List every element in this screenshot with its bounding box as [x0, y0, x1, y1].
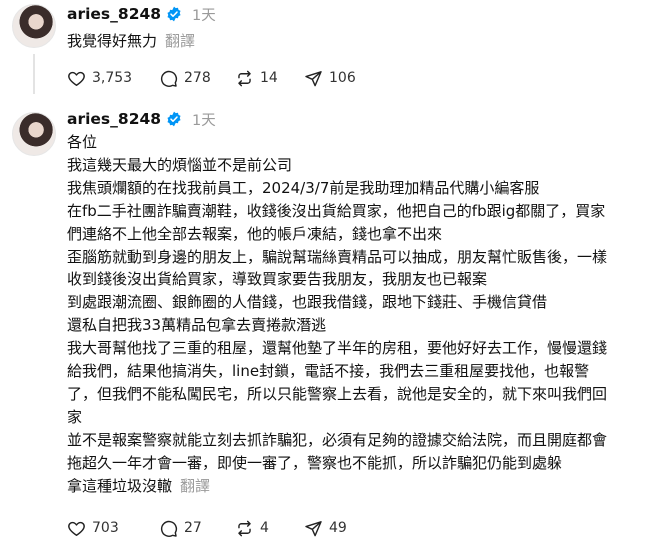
post-text-line: 了，但我們不能私闖民宅，所以只能警察上去看，說他是安全的，就下來叫我們回	[67, 384, 608, 403]
heart-icon	[68, 521, 85, 536]
like-button[interactable]: 3,753	[67, 69, 159, 88]
share-button[interactable]: 49	[304, 519, 347, 538]
repost-arrows-icon	[238, 70, 251, 86]
post-text-line: 拿這種垃圾沒轍	[67, 476, 173, 495]
repost-arrows-icon	[238, 520, 251, 536]
post-text-line: 各位	[67, 133, 98, 151]
post-text-line: 給我們，結果他搞消失，line封鎖，電話不接，我們去三重租屋要找他，也報警	[67, 362, 590, 381]
reply-count: 278	[184, 70, 211, 86]
reply-button[interactable]: 27	[159, 519, 235, 538]
post-text-line: 拖超久一年才會一審，即使一審了，警察也不能抓，所以詐騙犯仍能到處躲	[67, 453, 563, 472]
post-text-line: 們連絡不上他全部去報案，他的帳戶凍結，錢也拿不出來	[67, 224, 443, 243]
post-text-line: 到處跟潮流圈、銀飾圈的人借錢，也跟我借錢，跟地下錢莊、手機信貸借	[67, 293, 548, 312]
avatar[interactable]	[12, 4, 56, 48]
post-time[interactable]: 1天	[192, 4, 216, 25]
share-count: 106	[329, 70, 356, 86]
post-text-line: 收到錢後沒出貨給買家，導致買家要告我朋友，我朋友也已報案	[67, 270, 488, 289]
post-text-line: 歪腦筋就動到身邊的朋友上，騙說幫瑞絲賣精品可以抽成，朋友幫忙販售後，一樣	[67, 247, 608, 266]
reply-button[interactable]: 278	[159, 69, 235, 88]
like-count: 703	[92, 520, 119, 536]
share-button[interactable]: 106	[304, 69, 356, 88]
username[interactable]: aries_8248	[67, 110, 161, 128]
post-actions: 703 27 4 49	[67, 517, 347, 539]
like-button[interactable]: 703	[67, 519, 159, 538]
post-text-line: 我焦頭爛額的在找我前員工，2024/3/7前是我助理加精品代購小編客服	[67, 178, 540, 197]
repost-button[interactable]: 4	[235, 519, 304, 538]
speech-bubble-icon	[160, 70, 178, 87]
repost-button[interactable]: 14	[235, 69, 304, 88]
username[interactable]: aries_8248	[67, 5, 161, 23]
heart-icon	[68, 71, 85, 86]
speech-bubble-icon	[160, 520, 178, 537]
post-header: aries_8248 1天	[67, 107, 216, 131]
post-text-line: 還私自把我33萬精品包拿去賣捲款潛逃	[67, 316, 327, 335]
post-time[interactable]: 1天	[192, 109, 216, 130]
like-count: 3,753	[92, 70, 133, 86]
post-text: 各位 我這幾天最大的煩惱並不是前公司 我焦頭爛額的在找我前員工，2024/3/7…	[67, 131, 663, 498]
repost-count: 14	[260, 70, 278, 86]
post-actions: 3,753 278 14 106	[67, 67, 356, 89]
share-count: 49	[329, 520, 347, 536]
avatar[interactable]	[12, 112, 56, 156]
repost-count: 4	[260, 520, 269, 536]
post-header: aries_8248 1天	[67, 2, 216, 26]
translate-link[interactable]: 翻譯	[165, 32, 195, 50]
post-text-line: 並不是報案警察就能立刻去抓詐騙犯，必須有足夠的證據交給法院，而且開庭都會	[67, 430, 608, 449]
post-text: 我覺得好無力 翻譯	[67, 30, 195, 53]
send-paper-plane-icon	[305, 520, 322, 536]
thread-connector-line	[33, 54, 35, 94]
send-paper-plane-icon	[305, 70, 322, 86]
post-text-line: 我這幾天最大的煩惱並不是前公司	[67, 155, 293, 174]
post-text-line: 我大哥幫他找了三重的租屋，還幫他墊了半年的房租，要他好好去工作，慢慢還錢	[67, 339, 608, 358]
verified-badge-icon	[167, 6, 181, 22]
post-text-line: 在fb二手社團詐騙賣潮鞋，收錢後沒出貨給買家，他把自己的fb跟ig都關了，買家	[67, 201, 606, 220]
verified-badge-icon	[167, 111, 181, 127]
reply-count: 27	[184, 520, 202, 536]
post-text-line: 家	[67, 407, 83, 426]
post-text-line: 我覺得好無力	[67, 32, 158, 50]
translate-link[interactable]: 翻譯	[180, 477, 210, 495]
